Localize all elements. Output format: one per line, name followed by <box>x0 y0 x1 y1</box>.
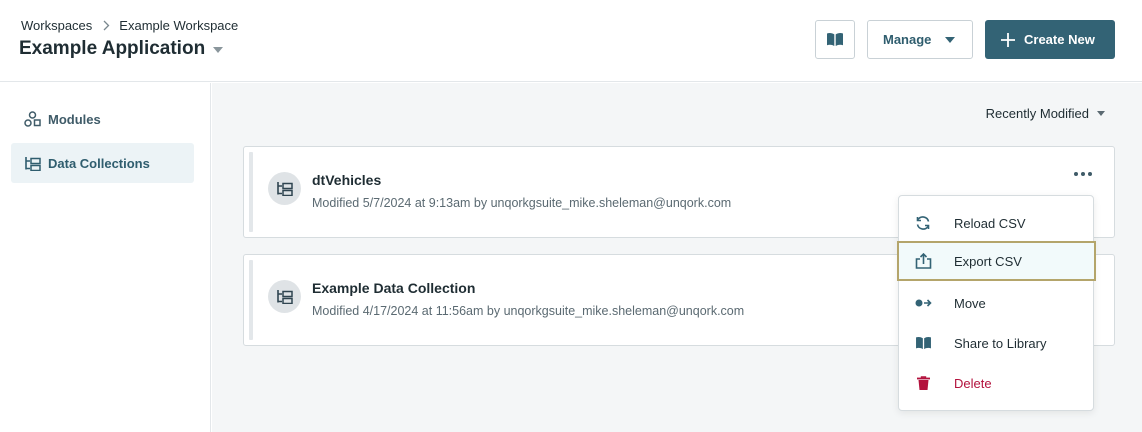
page-title[interactable]: Example Application <box>19 38 224 60</box>
documentation-button[interactable] <box>815 20 855 59</box>
menu-item-delete[interactable]: Delete <box>899 363 1095 403</box>
data-collection-icon <box>268 280 301 313</box>
menu-item-share-to-library[interactable]: Share to Library <box>899 323 1095 363</box>
sort-label: Recently Modified <box>985 106 1089 121</box>
menu-item-label: Share to Library <box>954 335 1047 351</box>
book-icon <box>826 32 844 47</box>
sidebar-item-label: Modules <box>48 111 101 127</box>
menu-item-move[interactable]: Move <box>899 283 1095 323</box>
sidebar: Modules Data Collections <box>0 83 211 432</box>
menu-item-label: Export CSV <box>954 253 1022 269</box>
menu-item-label: Delete <box>954 375 992 391</box>
reload-icon <box>914 216 932 230</box>
card-accent-bar <box>249 152 253 232</box>
trash-icon <box>914 376 932 390</box>
export-icon <box>914 253 932 269</box>
app-header: Workspaces Example Workspace Example App… <box>0 0 1142 82</box>
chevron-right-icon <box>103 20 110 31</box>
menu-item-reload-csv[interactable]: Reload CSV <box>899 203 1095 243</box>
card-options-menu: Reload CSV Export CSV Move Share to Libr… <box>897 195 1096 411</box>
modules-icon <box>24 111 42 127</box>
book-icon <box>914 336 932 350</box>
card-title[interactable]: Example Data Collection <box>312 280 475 296</box>
app-title-text: Example Application <box>19 38 206 59</box>
create-new-button[interactable]: Create New <box>985 20 1115 59</box>
card-accent-bar <box>249 260 253 340</box>
move-icon <box>914 298 932 308</box>
sidebar-item-modules[interactable]: Modules <box>11 99 194 139</box>
menu-item-export-csv[interactable]: Export CSV <box>897 241 1096 281</box>
data-collection-icon <box>268 172 301 205</box>
sort-dropdown[interactable]: Recently Modified <box>986 106 1105 121</box>
menu-item-label: Reload CSV <box>954 215 1026 231</box>
more-options-icon[interactable] <box>1074 172 1092 176</box>
plus-icon <box>1001 32 1015 47</box>
manage-button[interactable]: Manage <box>867 20 973 59</box>
sidebar-item-data-collections[interactable]: Data Collections <box>11 143 194 183</box>
card-meta: Modified 4/17/2024 at 11:56am by unqorkg… <box>312 304 745 318</box>
caret-down-icon <box>945 37 955 43</box>
data-collections-icon <box>24 156 42 171</box>
breadcrumb-workspaces[interactable]: Workspaces <box>21 18 92 33</box>
breadcrumb: Workspaces Example Workspace <box>21 18 238 33</box>
card-meta: Modified 5/7/2024 at 9:13am by unqorkgsu… <box>312 196 732 210</box>
caret-down-icon <box>213 47 224 53</box>
card-title[interactable]: dtVehicles <box>312 172 381 188</box>
manage-label: Manage <box>883 32 932 47</box>
menu-item-label: Move <box>954 295 986 311</box>
sidebar-item-label: Data Collections <box>48 155 150 171</box>
create-new-label: Create New <box>1024 32 1095 47</box>
breadcrumb-workspace[interactable]: Example Workspace <box>119 18 238 33</box>
caret-down-icon <box>1097 111 1105 116</box>
